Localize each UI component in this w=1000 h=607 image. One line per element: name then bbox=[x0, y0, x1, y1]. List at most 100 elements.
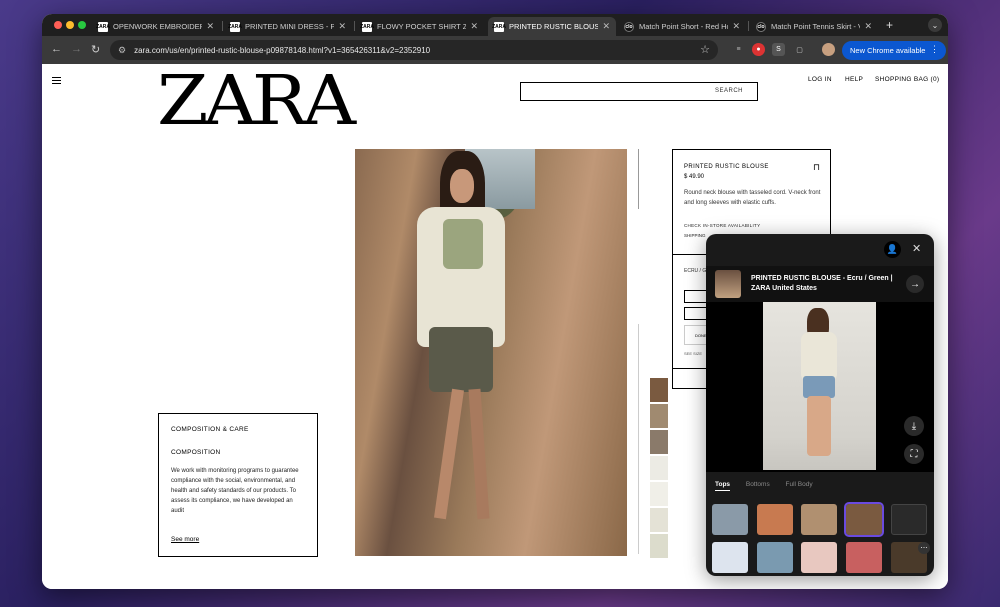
new-chrome-available-button[interactable]: New Chrome available ⋮ bbox=[842, 41, 946, 60]
browser-tab[interactable]: ZARA OPENWORK EMBROIDERED ✕ bbox=[92, 17, 220, 36]
garment-item[interactable] bbox=[757, 504, 793, 535]
browser-tab[interactable]: ZARA FLOWY POCKET SHIRT ZW ✕ bbox=[356, 17, 484, 36]
try-on-panel: 👤 ✕ PRINTED RUSTIC BLOUSE - Ecru / Green… bbox=[706, 234, 934, 576]
browser-tab[interactable]: ZARA PRINTED MINI DRESS - Pink ✕ bbox=[224, 17, 352, 36]
browser-toolbar: ← → ↻ ⚙ zara.com/us/en/printed-rustic-bl… bbox=[42, 36, 948, 64]
new-chrome-label: New Chrome available bbox=[850, 46, 926, 55]
help-link[interactable]: HELP bbox=[845, 76, 863, 83]
panel-product-title: PRINTED RUSTIC BLOUSE - Ecru / Green | Z… bbox=[751, 275, 893, 292]
close-icon[interactable]: ✕ bbox=[912, 242, 921, 255]
zara-logo[interactable]: ZARA bbox=[157, 67, 356, 135]
tab-title: PRINTED RUSTIC BLOUSE bbox=[509, 22, 599, 31]
download-icon[interactable]: ⤓ bbox=[904, 416, 924, 436]
composition-text: We work with monitoring programs to guar… bbox=[171, 468, 299, 514]
reading-list-icon[interactable]: ≡ bbox=[732, 43, 745, 56]
shipping-link[interactable]: SHIPPING bbox=[684, 233, 706, 238]
more-options-icon[interactable]: ⋯ bbox=[918, 542, 930, 554]
extension-s-icon[interactable]: S bbox=[772, 43, 785, 56]
thumbnail[interactable] bbox=[650, 482, 668, 506]
composition-subheading: COMPOSITION bbox=[171, 449, 221, 456]
reload-icon[interactable]: ↻ bbox=[91, 43, 100, 56]
arrow-right-icon[interactable]: → bbox=[906, 275, 924, 293]
tab-title: Match Point Short - Red Ho bbox=[639, 22, 729, 31]
garment-item[interactable] bbox=[712, 504, 748, 535]
tab-title: Match Point Tennis Skirt - V bbox=[771, 22, 861, 31]
close-tab-icon[interactable]: ✕ bbox=[732, 21, 740, 32]
menu-hamburger-icon[interactable] bbox=[52, 77, 61, 86]
forward-arrow-icon[interactable]: → bbox=[71, 43, 82, 55]
thumbnail[interactable] bbox=[650, 430, 668, 454]
thumbnail[interactable] bbox=[650, 534, 668, 558]
tab-tops[interactable]: Tops bbox=[715, 481, 731, 491]
close-tab-icon[interactable]: ✕ bbox=[470, 21, 478, 32]
divider bbox=[638, 324, 639, 554]
tab-full-body[interactable]: Full Body bbox=[786, 481, 813, 488]
extensions-puzzle-icon[interactable]: ▢ bbox=[793, 43, 806, 56]
more-menu-icon[interactable]: ⋮ bbox=[930, 44, 939, 55]
thumbnail[interactable] bbox=[650, 378, 668, 402]
composition-heading: COMPOSITION & CARE bbox=[171, 426, 249, 433]
shopping-bag-link[interactable]: SHOPPING BAG (0) bbox=[875, 76, 939, 83]
product-price: $ 49.90 bbox=[684, 174, 705, 180]
composition-care-box: COMPOSITION & CARE COMPOSITION We work w… bbox=[158, 413, 318, 557]
site-info-icon[interactable]: ⚙ bbox=[118, 45, 126, 56]
see-sizes-link[interactable]: SEE SIZE bbox=[684, 351, 702, 356]
garment-item-selected[interactable] bbox=[844, 502, 884, 537]
color-label: ECRU / G bbox=[684, 268, 707, 274]
try-on-preview bbox=[706, 302, 934, 472]
try-on-image bbox=[763, 302, 876, 470]
browser-tab[interactable]: clo Match Point Tennis Skirt - V ✕ bbox=[750, 17, 878, 36]
thumbnail[interactable] bbox=[650, 456, 668, 480]
profile-avatar[interactable] bbox=[822, 43, 835, 56]
clo-favicon-icon: clo bbox=[624, 21, 634, 32]
user-icon[interactable]: 👤 bbox=[884, 241, 901, 258]
zara-favicon-icon: ZARA bbox=[360, 21, 374, 32]
see-more-link[interactable]: See more bbox=[171, 536, 199, 543]
back-arrow-icon[interactable]: ← bbox=[51, 43, 62, 55]
fullscreen-icon[interactable]: ⛶ bbox=[904, 444, 924, 464]
product-description: Round neck blouse with tasseled cord. V-… bbox=[684, 190, 821, 206]
image-thumbnails bbox=[650, 378, 668, 560]
minimize-window-button[interactable] bbox=[66, 21, 74, 29]
garment-item[interactable] bbox=[712, 542, 748, 573]
category-tabs: Tops Bottoms Full Body bbox=[715, 481, 827, 491]
tab-search-chevron-icon[interactable]: ⌄ bbox=[928, 18, 942, 32]
product-name: PRINTED RUSTIC BLOUSE bbox=[684, 164, 769, 170]
tab-bottoms[interactable]: Bottoms bbox=[746, 481, 770, 488]
close-tab-icon[interactable]: ✕ bbox=[206, 21, 214, 32]
extension-red-icon[interactable]: ● bbox=[752, 43, 765, 56]
garment-item[interactable] bbox=[891, 504, 927, 535]
product-main-image[interactable] bbox=[355, 149, 627, 556]
scroll-indicator[interactable] bbox=[638, 149, 639, 209]
maximize-window-button[interactable] bbox=[78, 21, 86, 29]
garment-item[interactable] bbox=[801, 542, 837, 573]
new-tab-plus-icon[interactable]: + bbox=[886, 18, 893, 32]
product-thumbnail bbox=[715, 270, 741, 298]
zara-favicon-icon: ZARA bbox=[96, 21, 110, 32]
tab-bar: ZARA OPENWORK EMBROIDERED ✕ ZARA PRINTED… bbox=[42, 14, 948, 36]
bookmark-star-icon[interactable]: ☆ bbox=[700, 43, 710, 56]
garment-item[interactable] bbox=[846, 542, 882, 573]
close-tab-icon[interactable]: ✕ bbox=[602, 21, 610, 32]
check-store-link[interactable]: CHECK IN-STORE AVAILABILITY bbox=[684, 223, 760, 228]
zara-favicon-icon: ZARA bbox=[228, 21, 242, 32]
tab-title: OPENWORK EMBROIDERED bbox=[113, 22, 203, 31]
garment-item[interactable] bbox=[801, 504, 837, 535]
browser-tab[interactable]: clo Match Point Short - Red Ho ✕ bbox=[618, 17, 746, 36]
search-label: SEARCH bbox=[714, 88, 743, 94]
address-bar[interactable]: ⚙ zara.com/us/en/printed-rustic-blouse-p… bbox=[110, 40, 718, 60]
browser-tab-active[interactable]: ZARA PRINTED RUSTIC BLOUSE ✕ bbox=[488, 17, 616, 36]
thumbnail[interactable] bbox=[650, 404, 668, 428]
url-text: zara.com/us/en/printed-rustic-blouse-p09… bbox=[134, 45, 431, 55]
thumbnail[interactable] bbox=[650, 508, 668, 532]
bookmark-icon[interactable]: ⊓ bbox=[813, 162, 820, 173]
close-window-button[interactable] bbox=[54, 21, 62, 29]
tab-title: FLOWY POCKET SHIRT ZW bbox=[377, 22, 467, 31]
login-link[interactable]: LOG IN bbox=[808, 76, 832, 83]
close-tab-icon[interactable]: ✕ bbox=[864, 21, 872, 32]
clo-favicon-icon: clo bbox=[756, 21, 766, 32]
zara-favicon-icon: ZARA bbox=[492, 21, 506, 32]
search-box[interactable]: SEARCH bbox=[520, 82, 758, 101]
close-tab-icon[interactable]: ✕ bbox=[338, 21, 346, 32]
garment-item[interactable] bbox=[757, 542, 793, 573]
